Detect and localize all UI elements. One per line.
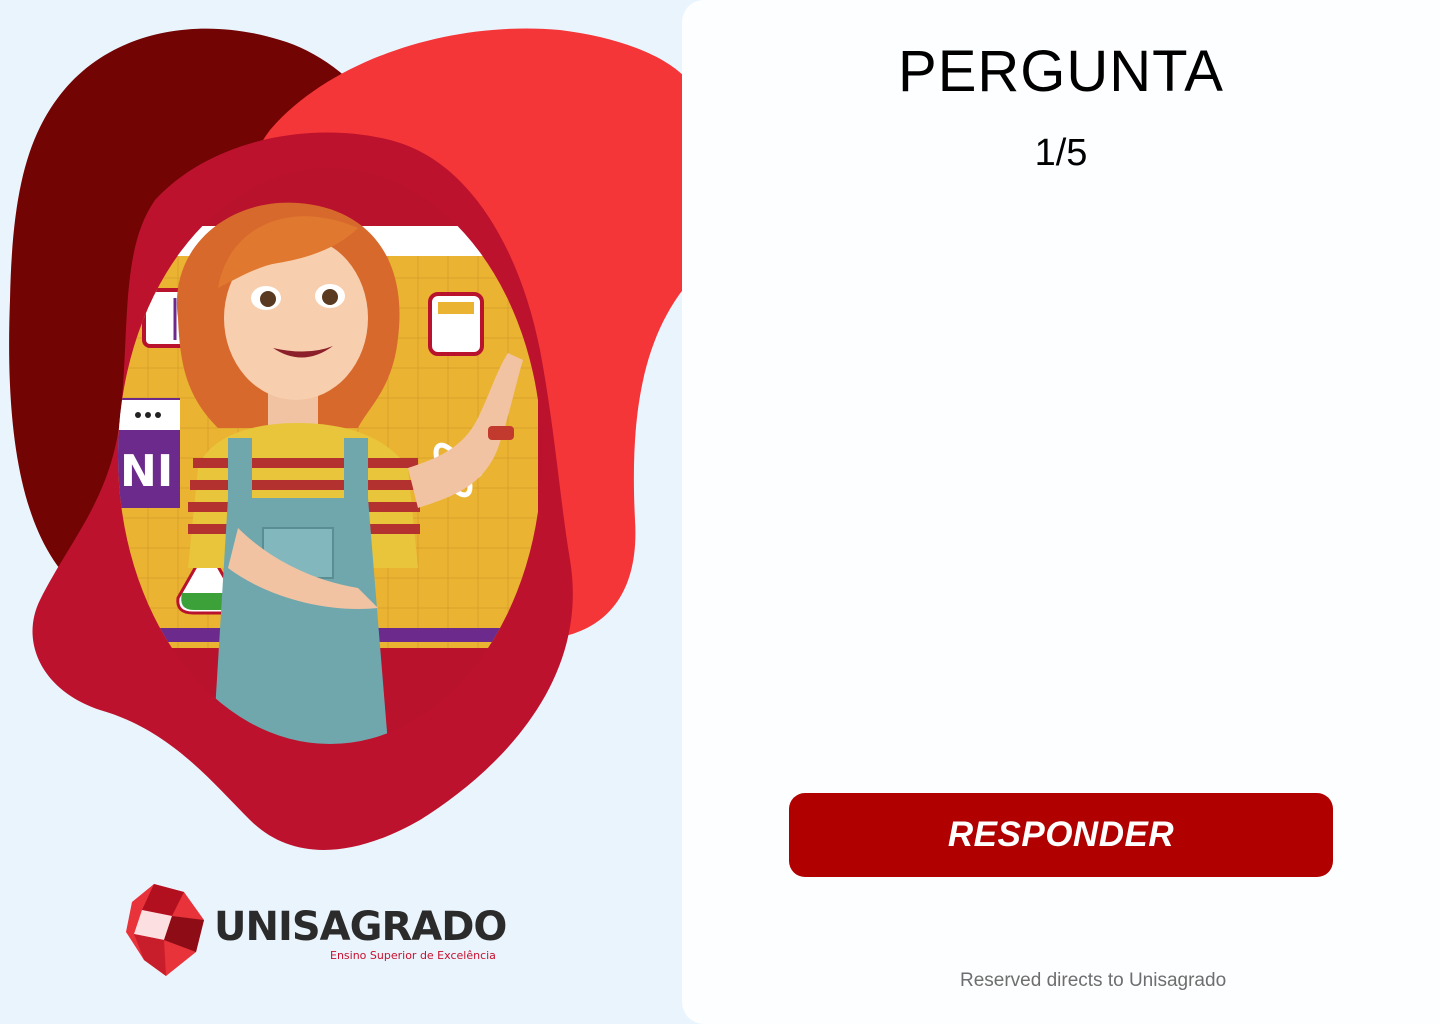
brand-tagline: Ensino Superior de Excelência <box>330 949 496 962</box>
quiz-page: NI UNISAGRADO Ensino Superior de Excelên… <box>0 0 1440 1024</box>
brand-name: UNISAGRADO <box>214 904 507 950</box>
footer-copyright: Reserved directs to Unisagrado <box>960 970 1227 991</box>
screen-badge-text: NI <box>120 446 173 497</box>
unisagrado-logo: UNISAGRADO Ensino Superior de Excelência <box>124 880 514 980</box>
question-title: PERGUNTA <box>898 39 1224 104</box>
question-counter: 1/5 <box>1034 132 1088 174</box>
unisagrado-emblem-icon <box>126 884 204 976</box>
illustration-panel: NI UNISAGRADO Ensino Superior de Excelên… <box>0 0 700 1024</box>
answer-button[interactable]: RESPONDER <box>789 793 1333 877</box>
character-illustration: NI <box>118 168 542 744</box>
question-panel: PERGUNTA 1/5 RESPONDER Reserved directs … <box>682 0 1440 1024</box>
